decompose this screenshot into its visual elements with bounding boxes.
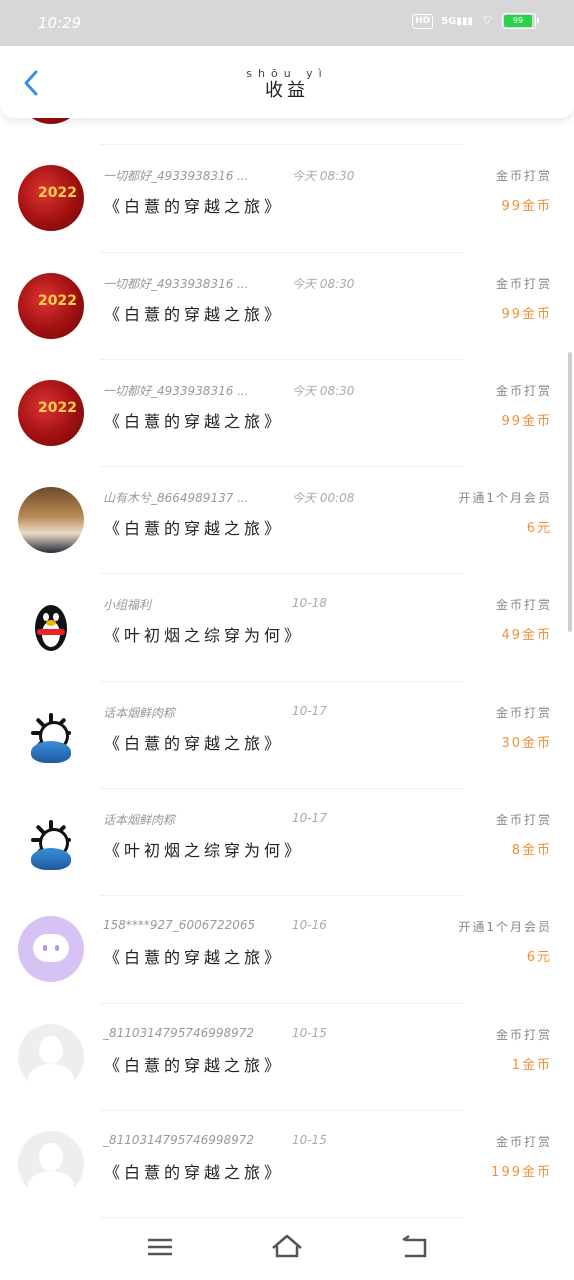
reward-amount: 99金币 bbox=[501, 199, 552, 215]
reward-amount: 49金币 bbox=[501, 628, 552, 644]
book-title: 《白薏的穿越之旅》 bbox=[104, 411, 285, 431]
status-time: 10:29 bbox=[38, 14, 82, 32]
list-item[interactable]: 2022 一切都好_4933938316 ... 今天 08:30 《白薏的穿越之旅》… bbox=[0, 360, 574, 468]
home-icon bbox=[272, 1234, 302, 1258]
reward-type: 金币打赏 bbox=[495, 276, 552, 291]
list-item[interactable]: 话本烟鲜肉粽 10-17 《叶初烟之综穿为何》 金币打赏 8金币 bbox=[0, 789, 574, 897]
book-title: 《白薏的穿越之旅》 bbox=[104, 1162, 285, 1182]
book-title: 《白薏的穿越之旅》 bbox=[104, 948, 285, 968]
user-name: 话本烟鲜肉粽 bbox=[103, 813, 176, 828]
reward-type: 金币打赏 bbox=[495, 813, 552, 828]
avatar[interactable] bbox=[18, 916, 84, 983]
user-name: 山有木兮_8664989137 ... bbox=[103, 491, 249, 506]
list-item[interactable]: _8110314795746998972 10-15 《白薏的穿越之旅》 金币打赏 1金… bbox=[0, 1004, 574, 1111]
wifi-icon: ⌔ bbox=[480, 13, 494, 29]
avatar[interactable]: 2022 bbox=[18, 165, 84, 232]
reward-amount: 199金币 bbox=[491, 1164, 552, 1180]
book-title: 《白薏的穿越之旅》 bbox=[104, 1055, 285, 1075]
cellular-signal-icon: 5G▮▮▮ bbox=[441, 15, 473, 27]
timestamp: 10-15 bbox=[292, 1025, 327, 1040]
page-title: 收益 bbox=[265, 80, 309, 101]
reward-type: 开通1个月会员 bbox=[458, 920, 552, 935]
user-name: _8110314795746998972 bbox=[103, 1025, 255, 1040]
reward-type: 金币打赏 bbox=[495, 1134, 552, 1149]
chat-bubble-icon bbox=[33, 934, 69, 963]
list-item[interactable]: 小组福利 10-18 《叶初烟之综穿为何》 金币打赏 49金币 bbox=[0, 574, 574, 682]
menu-icon bbox=[148, 1238, 172, 1256]
book-title: 《白薏的穿越之旅》 bbox=[104, 519, 285, 539]
reward-type: 金币打赏 bbox=[495, 383, 552, 398]
reward-amount: 30金币 bbox=[501, 735, 552, 751]
avatar[interactable]: 2022 bbox=[18, 379, 84, 446]
avatar[interactable] bbox=[18, 487, 84, 554]
reward-type: 开通1个月会员 bbox=[458, 491, 552, 506]
user-name: 话本烟鲜肉粽 bbox=[103, 705, 176, 720]
book-title: 《叶初烟之综穿为何》 bbox=[104, 841, 305, 861]
user-name: 一切都好_4933938316 ... bbox=[103, 383, 249, 398]
timestamp: 10-18 bbox=[292, 596, 327, 611]
reward-amount: 1金币 bbox=[511, 1057, 552, 1073]
user-name: 一切都好_4933938316 ... bbox=[103, 276, 249, 291]
user-name: 158****927_6006722065 bbox=[103, 918, 256, 933]
timestamp: 今天 08:30 bbox=[292, 383, 355, 398]
avatar-text: 2022 bbox=[38, 292, 77, 309]
virus-globe-icon bbox=[23, 812, 79, 872]
network-type: 5G bbox=[441, 15, 457, 27]
reward-type: 金币打赏 bbox=[495, 169, 552, 184]
timestamp: 今天 08:30 bbox=[292, 276, 355, 291]
book-title: 《白薏的穿越之旅》 bbox=[104, 304, 285, 324]
virus-globe-icon bbox=[23, 705, 79, 765]
reward-amount: 99金币 bbox=[501, 413, 552, 429]
penguin-icon bbox=[31, 599, 71, 655]
book-title: 《叶初烟之综穿为何》 bbox=[104, 626, 305, 646]
back-icon bbox=[402, 1234, 427, 1258]
timestamp: 10-15 bbox=[292, 1132, 327, 1147]
reward-type: 金币打赏 bbox=[495, 1027, 552, 1042]
timestamp: 今天 08:30 bbox=[292, 169, 355, 184]
reward-amount: 6元 bbox=[526, 950, 552, 966]
avatar[interactable] bbox=[18, 809, 84, 876]
hd-icon: HD bbox=[412, 13, 434, 29]
avatar[interactable] bbox=[18, 594, 84, 661]
list-item[interactable]: 158****927_6006722065 10-16 《白薏的穿越之旅》 开通1个月… bbox=[0, 896, 574, 1004]
avatar[interactable]: 2022 bbox=[18, 272, 84, 339]
avatar-text: 2022 bbox=[38, 399, 77, 416]
back-nav-button[interactable] bbox=[395, 1228, 435, 1264]
reward-amount: 6元 bbox=[526, 521, 552, 537]
list-item[interactable]: 2022 一切都好_4933938316 ... 今天 08:30 《白薏的穿越之旅》… bbox=[0, 253, 574, 360]
user-name: 一切都好_4933938316 ... bbox=[103, 169, 249, 184]
avatar-text: 2022 bbox=[38, 185, 77, 202]
home-nav-button[interactable] bbox=[267, 1228, 307, 1264]
book-title: 《白薏的穿越之旅》 bbox=[104, 733, 285, 753]
page-title-wrap: shōu yì 收益 bbox=[0, 68, 574, 102]
user-name: 小组福利 bbox=[103, 598, 152, 613]
reward-amount: 8金币 bbox=[511, 843, 552, 859]
avatar[interactable] bbox=[18, 1023, 84, 1090]
avatar[interactable] bbox=[18, 701, 84, 768]
status-icons: HD 5G▮▮▮ ⌔ 99 bbox=[412, 12, 539, 30]
earnings-list: 2022 《白薏的穿越之旅》 99金币 2022 一切都好_4933938316 ...… bbox=[0, 58, 574, 1219]
timestamp: 10-17 bbox=[292, 811, 327, 826]
list-item[interactable]: _8110314795746998972 10-15 《白薏的穿越之旅》 金币打赏 19… bbox=[0, 1111, 574, 1219]
page-header: shōu yì 收益 bbox=[0, 46, 574, 118]
reward-type: 金币打赏 bbox=[495, 598, 552, 613]
timestamp: 10-17 bbox=[292, 703, 327, 718]
page-title-pinyin: shōu yì bbox=[246, 67, 328, 80]
reward-amount: 99金币 bbox=[501, 306, 552, 322]
timestamp: 今天 00:08 bbox=[292, 491, 355, 506]
list-item[interactable]: 2022 一切都好_4933938316 ... 今天 08:30 《白薏的穿越之旅》… bbox=[0, 145, 574, 253]
user-name: _8110314795746998972 bbox=[103, 1132, 255, 1147]
menu-nav-button[interactable] bbox=[140, 1228, 180, 1264]
battery-level: 99 bbox=[504, 15, 532, 27]
book-title: 《白薏的穿越之旅》 bbox=[104, 197, 285, 217]
reward-type: 金币打赏 bbox=[495, 705, 552, 720]
battery-icon: 99 bbox=[502, 13, 539, 29]
system-nav-bar bbox=[0, 1218, 574, 1280]
list-item[interactable]: 山有木兮_8664989137 ... 今天 00:08 《白薏的穿越之旅》 开通1个… bbox=[0, 467, 574, 575]
timestamp: 10-16 bbox=[292, 918, 327, 933]
avatar[interactable] bbox=[18, 1130, 84, 1197]
list-item[interactable]: 话本烟鲜肉粽 10-17 《白薏的穿越之旅》 金币打赏 30金币 bbox=[0, 682, 574, 790]
